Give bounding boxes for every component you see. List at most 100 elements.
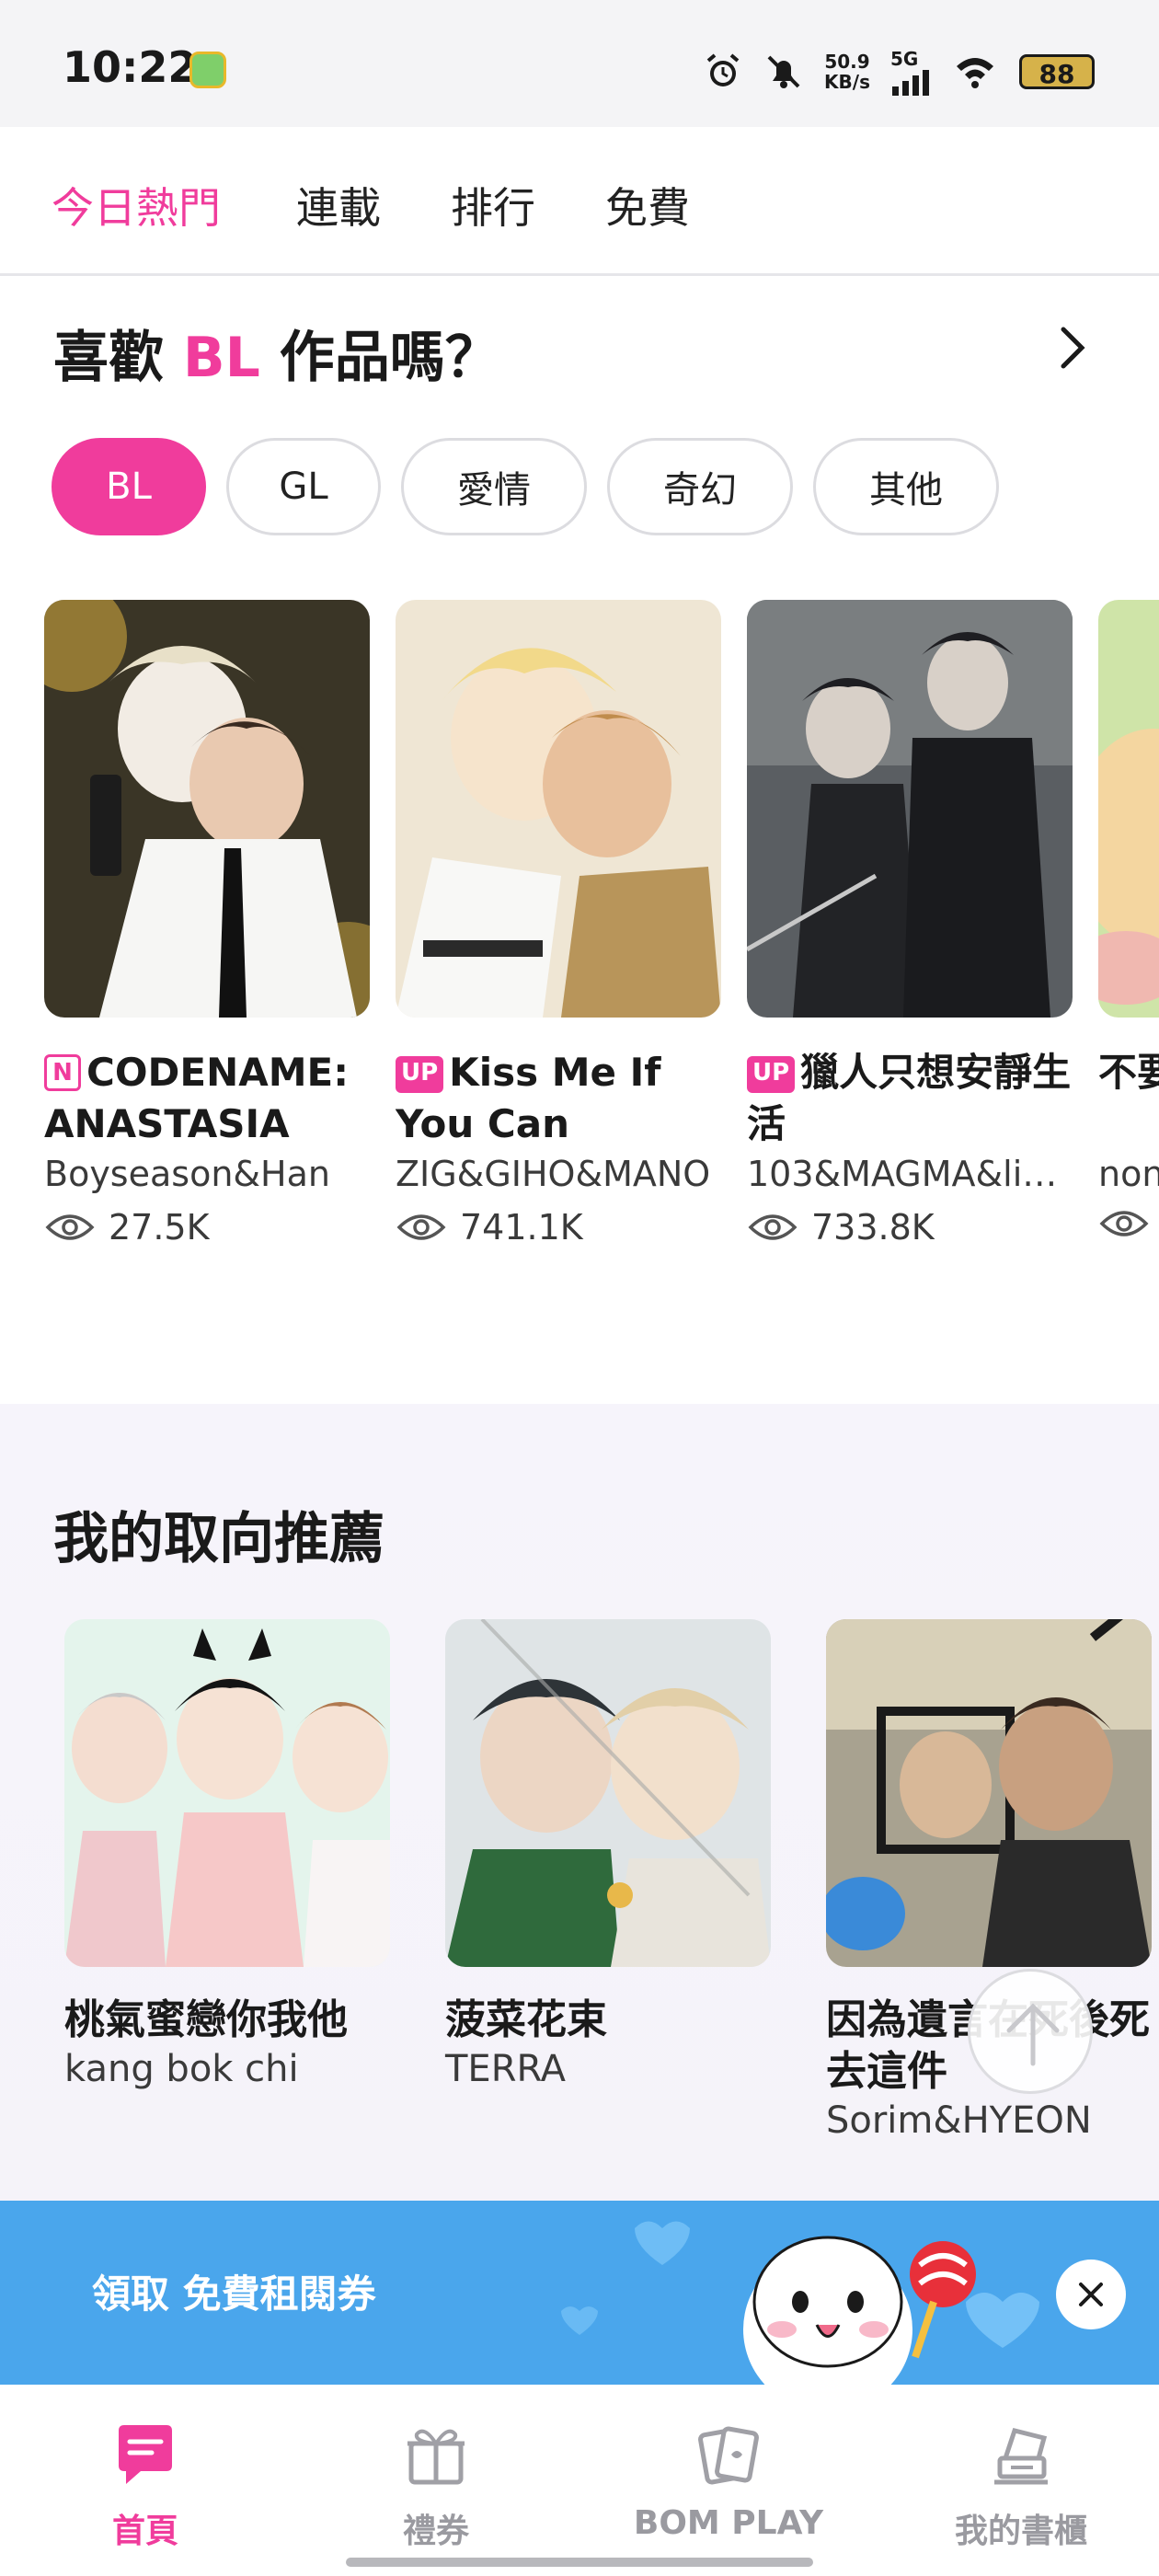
recommend-card[interactable]: 菠菜花束 TERRA <box>445 1619 771 2090</box>
cover-illustration <box>445 1619 771 1967</box>
nav-bookshelf[interactable]: 我的書櫃 <box>911 2421 1131 2552</box>
mute-icon <box>767 55 800 88</box>
chip-romance[interactable]: 愛情 <box>401 438 587 535</box>
comic-views: 741.1K <box>396 1207 721 1248</box>
cards-icon <box>698 2426 759 2485</box>
comic-card[interactable]: UP Kiss Me If You Can ZIG&GIHO&MANO 741.1… <box>396 600 721 1248</box>
comic-cover[interactable] <box>64 1619 390 1967</box>
close-icon <box>1079 2283 1103 2306</box>
cover-illustration <box>396 600 721 1018</box>
title-prefix: 喜歡 <box>53 326 183 390</box>
title-highlight: BL <box>182 326 260 390</box>
comic-title-text: 不要 <box>1098 1050 1159 1095</box>
chip-fantasy[interactable]: 奇幻 <box>607 438 793 535</box>
net-speed: 50.9 KB/s <box>824 52 870 92</box>
nav-home[interactable]: 首頁 <box>35 2421 256 2552</box>
banner-text[interactable]: 領取 免費租閱券 <box>92 2263 376 2319</box>
recommend-title[interactable]: 桃氣蜜戀你我他 <box>64 1995 390 2046</box>
status-bar: 10:22 50.9 KB/s 5G 88 <box>0 0 1159 127</box>
comic-author: ZIG&GIHO&MANO <box>396 1154 711 1194</box>
eye-icon <box>1099 1211 1149 1236</box>
nav-home-label: 首頁 <box>111 2513 178 2550</box>
recommend-section-title: 我的取向推薦 <box>53 1507 384 1571</box>
comic-author: Boyseason&Han <box>44 1154 330 1194</box>
comic-title-text: CODENAME: ANASTASIA 代… <box>44 1050 350 1146</box>
app-notification-icon <box>189 52 226 88</box>
comic-title[interactable]: NCODENAME: ANASTASIA 代… <box>44 1047 370 1150</box>
nav-coupon[interactable]: 禮券 <box>326 2421 546 2552</box>
net-speed-unit: KB/s <box>824 71 870 93</box>
eye-icon <box>748 1214 798 1240</box>
comic-cover[interactable] <box>826 1619 1152 1967</box>
recommend-author: TERRA <box>445 2048 567 2090</box>
genre-section-title: 喜歡 BL 作品嗎？ <box>53 313 500 393</box>
comic-card[interactable]: UP 獵人只想安靜生活 103&MAGMA&ligo… 733.8K <box>747 600 1073 1248</box>
chevron-right-icon[interactable] <box>1049 322 1095 374</box>
cover-illustration <box>747 600 1073 1018</box>
chip-bl[interactable]: BL <box>52 438 206 535</box>
wifi-icon <box>957 58 993 88</box>
nav-bom-play[interactable]: BOM PLAY <box>618 2421 839 2542</box>
scroll-to-top-button[interactable] <box>968 1969 1093 2094</box>
cover-illustration <box>1098 600 1159 1018</box>
comic-author: non <box>1098 1154 1159 1194</box>
promo-banner[interactable]: 領取 免費租閱券 <box>0 2201 1159 2385</box>
cover-illustration <box>44 600 370 1018</box>
new-badge: N <box>44 1054 81 1091</box>
nav-bookshelf-label: 我的書櫃 <box>954 2513 1087 2550</box>
top-tab-bar: 今日熱門 連載 排行 免費 <box>0 127 1159 276</box>
gift-icon <box>407 2429 465 2485</box>
views-count: 733.8K <box>811 1207 935 1248</box>
network-label: 5G <box>890 48 919 70</box>
tab-ranking[interactable]: 排行 <box>451 175 535 236</box>
chip-other[interactable]: 其他 <box>813 438 999 535</box>
comic-cover[interactable] <box>44 600 370 1018</box>
recommend-author: Sorim&HYEON <box>826 2099 1092 2142</box>
comic-author: 103&MAGMA&ligo… <box>747 1154 1073 1194</box>
comic-cover[interactable] <box>396 600 721 1018</box>
gesture-home-bar[interactable] <box>346 2558 813 2567</box>
comic-title[interactable]: UP Kiss Me If You Can <box>396 1047 721 1150</box>
views-count: 741.1K <box>460 1207 583 1248</box>
eye-icon <box>45 1214 95 1240</box>
recommend-card[interactable]: 桃氣蜜戀你我他 kang bok chi <box>64 1619 390 2090</box>
comic-card[interactable]: 不要 non <box>1098 600 1159 1240</box>
genre-chips: BL GL 愛情 奇幻 其他 <box>52 438 999 535</box>
network-type: 5G <box>890 48 931 96</box>
battery-icon: 88 <box>1019 54 1095 89</box>
arrow-up-icon <box>1006 2003 1060 2066</box>
status-time: 10:22 <box>63 42 198 92</box>
chip-gl[interactable]: GL <box>226 438 381 535</box>
comic-title[interactable]: 不要 <box>1098 1047 1159 1150</box>
nav-coupon-label: 禮券 <box>402 2513 469 2550</box>
comic-cover[interactable] <box>747 600 1073 1018</box>
update-badge: UP <box>747 1056 796 1093</box>
comic-views <box>1098 1207 1159 1240</box>
tab-serial[interactable]: 連載 <box>296 175 381 236</box>
views-count: 27.5K <box>109 1207 210 1248</box>
signal-icon <box>892 70 929 96</box>
banner-close-button[interactable] <box>1056 2260 1126 2329</box>
comic-card[interactable]: NCODENAME: ANASTASIA 代… Boyseason&Han 27… <box>44 600 370 1248</box>
comic-title-text: 獵人只想安靜生活 <box>747 1050 1072 1146</box>
comic-cover[interactable] <box>445 1619 771 1967</box>
bottom-navigation: 首頁 禮券 BOM PLAY 我的書櫃 <box>0 2385 1159 2576</box>
comic-cover[interactable] <box>1098 600 1159 1018</box>
recommend-title[interactable]: 菠菜花束 <box>445 1995 771 2046</box>
title-suffix: 作品嗎？ <box>259 326 500 390</box>
cover-illustration <box>826 1619 1152 1967</box>
status-icons: 50.9 KB/s 5G 88 <box>703 46 1095 98</box>
home-chat-icon <box>119 2425 172 2484</box>
update-badge: UP <box>396 1056 444 1093</box>
bookshelf-icon <box>994 2428 1048 2485</box>
comic-views: 733.8K <box>747 1207 1073 1248</box>
comic-title[interactable]: UP 獵人只想安靜生活 <box>747 1047 1073 1150</box>
cover-illustration <box>64 1619 390 1967</box>
eye-icon <box>396 1214 446 1240</box>
alarm-icon <box>706 53 740 86</box>
recommend-author: kang bok chi <box>64 2048 299 2090</box>
nav-bom-play-label: BOM PLAY <box>633 2504 824 2542</box>
genre-card-carousel[interactable]: NCODENAME: ANASTASIA 代… Boyseason&Han 27… <box>44 600 1159 1262</box>
tab-free[interactable]: 免費 <box>605 175 690 236</box>
tab-today-hot[interactable]: 今日熱門 <box>52 175 221 236</box>
